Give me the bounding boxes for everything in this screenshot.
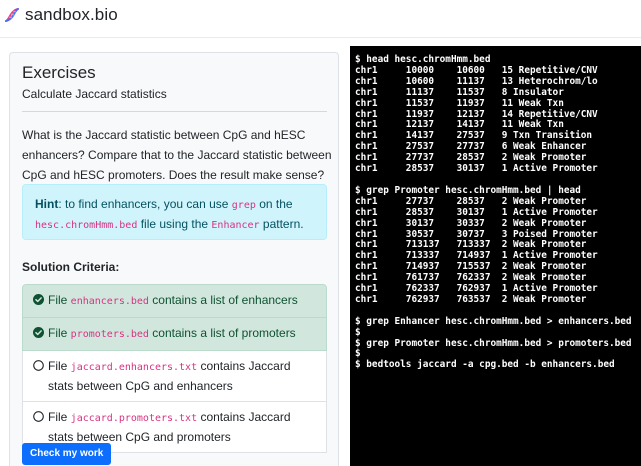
terminal-line: chr1 27537 27737 6 Weak Enhancer — [355, 141, 587, 153]
criteria-item: File jaccard.enhancers.txt contains Jacc… — [22, 351, 327, 402]
terminal-line: $ grep Promoter hesc.chromHmm.bed > prom… — [355, 337, 632, 349]
terminal-line: chr1 10000 10600 15 Repetitive/CNV — [355, 64, 598, 76]
terminal-line: chr1 11937 12137 14 Repetitive/CNV — [355, 108, 598, 120]
hint-code-file: hesc.chromHmm.bed — [35, 220, 138, 231]
check-my-work-button[interactable]: Check my work — [22, 443, 112, 465]
terminal-line: $ — [355, 326, 361, 338]
terminal-output: $ head hesc.chromHmm.bed chr1 10000 1060… — [350, 46, 641, 371]
empty-circle-icon — [33, 360, 44, 371]
dna-icon — [5, 8, 19, 22]
criteria-title: Solution Criteria: — [22, 260, 120, 274]
terminal-line: $ head hesc.chromHmm.bed — [355, 54, 491, 65]
terminal-line: chr1 27737 28537 2 Weak Promoter — [355, 195, 587, 207]
terminal-line: chr1 10600 11137 13 Heterochrom/lo — [355, 75, 598, 87]
hint-text: file using the — [137, 217, 212, 231]
divider — [22, 111, 327, 112]
terminal-line: $ grep Promoter hesc.chromHmm.bed | head — [355, 184, 581, 196]
terminal-line: chr1 714937 715537 2 Weak Promoter — [355, 261, 587, 273]
criteria-item: File enhancers.bed contains a list of en… — [22, 284, 327, 318]
exercise-subtitle: Calculate Jaccard statistics — [22, 87, 167, 101]
hint-text: : to find enhancers, you can use — [58, 197, 232, 211]
terminal-line: chr1 30137 30337 2 Weak Promoter — [355, 217, 587, 229]
hint-code-grep: grep — [231, 200, 256, 211]
hint-box: Hint: to find enhancers, you can use gre… — [22, 184, 327, 240]
terminal-line: chr1 28537 30137 1 Active Promoter — [355, 206, 598, 218]
empty-circle-icon — [33, 411, 44, 422]
terminal-line: $ — [355, 348, 361, 360]
terminal-line: chr1 28537 30137 1 Active Promoter — [355, 163, 598, 175]
terminal-line: chr1 11537 11937 11 Weak Txn — [355, 97, 564, 109]
brand-name: sandbox.bio — [25, 5, 118, 24]
terminal-line: chr1 12137 14137 11 Weak Txn — [355, 119, 564, 131]
criteria-file: enhancers.bed — [70, 296, 149, 307]
criteria-file: jaccard.promoters.txt — [70, 413, 198, 424]
hint-text: on the — [255, 197, 293, 211]
terminal-line: chr1 761737 762337 2 Weak Promoter — [355, 272, 587, 284]
criteria-text: File — [48, 326, 71, 340]
criteria-text: File — [48, 293, 71, 307]
criteria-list: File enhancers.bed contains a list of en… — [22, 284, 327, 453]
terminal-line: $ bedtools jaccard -a cpg.bed -b enhance… — [355, 359, 615, 371]
hint-label: Hint — [35, 197, 59, 211]
criteria-text: File — [48, 410, 71, 424]
exercise-card: Exercises Calculate Jaccard statistics W… — [9, 52, 339, 466]
terminal-line: chr1 713337 714937 1 Active Promoter — [355, 250, 598, 262]
criteria-text: File — [48, 359, 71, 373]
criteria-file: promoters.bed — [70, 329, 149, 340]
brand[interactable]: sandbox.bio — [4, 4, 118, 26]
hint-text: pattern. — [259, 217, 304, 231]
criteria-item: File promoters.bed contains a list of pr… — [22, 318, 327, 351]
criteria-text: contains a list of enhancers — [148, 293, 298, 307]
hint-code-pattern: Enhancer — [211, 220, 260, 231]
terminal-line: chr1 762937 763537 2 Weak Promoter — [355, 293, 587, 305]
terminal-line: chr1 27737 28537 2 Weak Promoter — [355, 152, 587, 164]
check-circle-icon — [33, 294, 44, 305]
terminal-line: chr1 11137 11537 8 Insulator — [355, 86, 564, 98]
terminal[interactable]: $ head hesc.chromHmm.bed chr1 10000 1060… — [350, 46, 641, 466]
check-circle-icon — [33, 327, 44, 338]
exercise-question: What is the Jaccard statistic between Cp… — [22, 128, 332, 182]
terminal-line: chr1 30537 30737 3 Poised Promoter — [355, 228, 598, 240]
terminal-line: chr1 762337 762937 1 Active Promoter — [355, 283, 598, 295]
header-divider — [0, 37, 641, 38]
terminal-line: chr1 14137 27537 9 Txn Transition — [355, 130, 593, 142]
criteria-file: jaccard.enhancers.txt — [70, 362, 198, 373]
terminal-line: chr1 713137 713337 2 Weak Promoter — [355, 239, 587, 251]
criteria-text: contains a list of promoters — [148, 326, 296, 340]
exercise-title: Exercises — [22, 63, 96, 82]
terminal-line: $ grep Enhancer hesc.chromHmm.bed > enha… — [355, 315, 632, 327]
